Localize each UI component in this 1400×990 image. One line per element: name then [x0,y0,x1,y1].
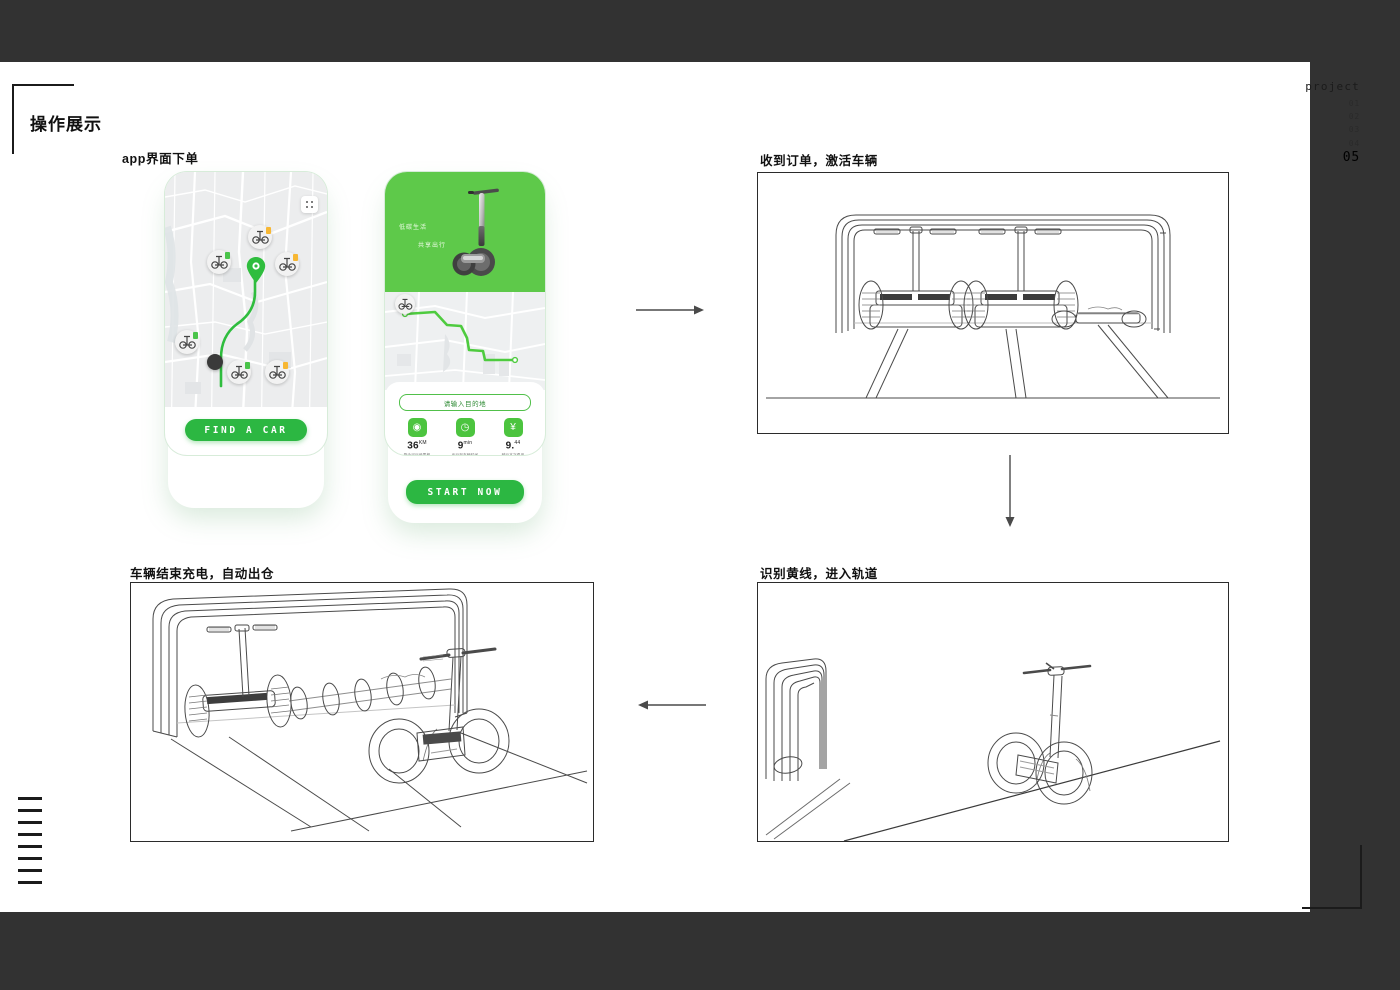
project-nav-item-01[interactable]: 01 [1305,97,1360,110]
user-avatar [207,354,223,370]
hero-slogan-line-2: 共享出行 [418,243,447,249]
tick-mark [18,809,42,812]
stat-range-number: 36 [407,440,419,452]
phone-mockup-map: FIND A CAR [165,172,327,455]
scooter-marker[interactable] [227,360,251,384]
scooter-marker[interactable] [275,252,299,276]
arrow-right-icon [636,305,704,315]
tick-mark [18,845,42,848]
origin-scooter-marker[interactable] [395,294,415,314]
stat-walk-time-unit: min [463,440,473,446]
battery-badge [193,332,198,339]
start-now-button[interactable]: START NOW [406,480,524,504]
left-tick-marks [18,797,42,884]
panel-label-detect-line: 识别黄线，进入轨道 [760,567,878,581]
page-title: 操作展示 [30,115,102,134]
station-front-drawing [766,214,1220,399]
location-pin-icon [246,257,266,283]
grid-dot [306,206,308,208]
tick-mark [18,797,42,800]
stat-range-label: 剩余可行驶里程 [393,453,441,455]
hero-banner: 低碳生活 共享出行 [385,172,545,292]
stat-range: ◉ 36KM 剩余可行驶里程 [393,418,441,455]
slide-page: 操作展示 project 01 02 03 04 05 app界面下单 收到订单… [0,0,1400,990]
hero-slogan-line-1: 低碳生活 [399,225,428,231]
grid-dot [306,201,308,203]
project-nav-title: project [1305,80,1360,93]
pin-icon: ◉ [407,418,427,437]
project-nav-item-05[interactable]: 05 [1305,150,1360,166]
clock-icon: ◷ [455,418,475,437]
station-release-drawing [152,588,588,832]
stat-fee-label: 骑行本次费用 [489,453,537,455]
scooter-marker[interactable] [248,225,272,249]
stat-fee: ¥ 9.44 骑行本次费用 [489,418,537,455]
panel-label-app-order: app界面下单 [122,152,199,166]
battery-badge [225,252,230,259]
project-nav: project 01 02 03 04 05 [1305,80,1360,166]
arrow-station-to-track [1003,455,1017,530]
sketch-station-release [130,582,594,842]
scooter-marker[interactable] [265,360,289,384]
destination-input[interactable]: 请输入目的地 [399,394,531,411]
stat-walk-time-value: 9min [441,440,489,451]
panel-label-finish-charge: 车辆结束充电，自动出仓 [130,567,275,581]
arrow-left-icon [638,700,706,710]
sketch-track-entry [757,582,1229,842]
arrow-down-icon [1005,455,1015,527]
grid-dot [311,206,313,208]
tick-mark [18,857,42,860]
battery-badge [266,227,271,234]
corner-bracket-bottom-right [1302,845,1362,909]
stat-walk-time-label: 步行到车辆时间 [441,453,489,455]
phone-mockup-detail: 低碳生活 共享出行 请输入目的地 ◉ 36KM ◷ 9min ¥ 9.44 [385,172,545,455]
tick-mark [18,881,42,884]
battery-badge [283,362,288,369]
tick-mark [18,833,42,836]
grid-dot [311,201,313,203]
scooter-marker[interactable] [207,250,231,274]
stats-row: ◉ 36KM 剩余可行驶里程 ◷ 9min 步行到车辆时间 ¥ 9.44 骑行本… [393,418,537,455]
stat-range-value: 36KM [393,440,441,451]
project-nav-item-03[interactable]: 03 [1305,123,1360,136]
route-map[interactable] [385,292,545,390]
project-nav-item-02[interactable]: 02 [1305,110,1360,123]
tick-mark [18,869,42,872]
scooter-marker[interactable] [175,330,199,354]
project-nav-item-04[interactable]: 04 [1305,137,1360,150]
stat-range-unit: KM [418,440,427,446]
scooter-illustration [452,188,499,276]
track-entry-drawing [765,658,1221,841]
tick-mark [18,821,42,824]
panel-label-receive-order: 收到订单，激活车辆 [760,154,878,168]
stat-walk-time: ◷ 9min 步行到车辆时间 [441,418,489,455]
layers-grid-button[interactable] [301,196,318,213]
stat-fee-value: 9.44 [489,440,537,451]
yuan-icon: ¥ [503,418,523,437]
battery-badge [245,362,250,369]
battery-badge [293,254,298,261]
stat-fee-unit: 44 [514,440,521,446]
scooter-icon [398,298,413,310]
arrow-track-to-release [636,698,706,712]
find-a-car-button[interactable]: FIND A CAR [185,419,307,441]
arrow-app-to-station [636,303,706,317]
sketch-station-front [757,172,1229,434]
